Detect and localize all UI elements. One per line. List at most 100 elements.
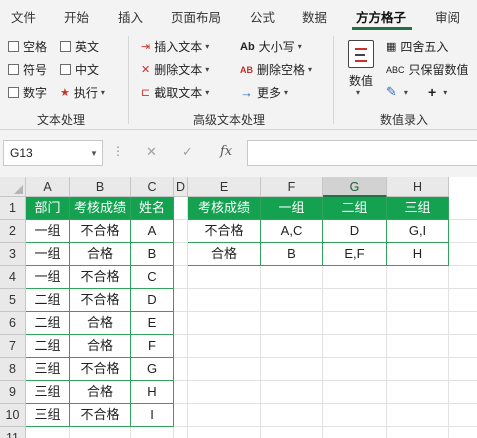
tab-page-layout[interactable]: 页面布局 <box>171 7 221 26</box>
numeric-button[interactable]: 数值 <box>349 72 373 89</box>
table-cell[interactable]: G,I <box>387 220 449 243</box>
checkbox-chinese[interactable]: 中文 <box>60 61 99 78</box>
table-cell[interactable]: B <box>261 243 323 266</box>
row-header-1[interactable]: 1 <box>0 197 26 220</box>
checkbox-icon <box>8 64 19 75</box>
tab-insert[interactable]: 插入 <box>118 7 143 26</box>
table-header-cell[interactable]: 姓名 <box>131 197 174 220</box>
column-header-d[interactable]: D <box>174 177 188 197</box>
table-header-cell[interactable]: 一组 <box>261 197 323 220</box>
confirm-icon[interactable]: ✓ <box>182 144 193 160</box>
table-cell[interactable]: 三组 <box>26 358 70 381</box>
delete-space-button[interactable]: AB 删除空格 ▾ <box>240 61 312 78</box>
drag-handle-icon[interactable]: ⋮ <box>112 144 124 158</box>
table-cell[interactable]: D <box>131 289 174 312</box>
table-cell[interactable]: 不合格 <box>70 358 131 381</box>
row-header-5[interactable]: 5 <box>0 289 26 312</box>
column-header-c[interactable]: C <box>131 177 174 197</box>
table-cell[interactable]: 合格 <box>70 381 131 404</box>
table-cell[interactable]: E,F <box>323 243 387 266</box>
row-header-4[interactable]: 4 <box>0 266 26 289</box>
table-header-cell[interactable]: 考核成绩 <box>70 197 131 220</box>
table-header-cell[interactable]: 三组 <box>387 197 449 220</box>
table-cell[interactable]: 三组 <box>26 404 70 427</box>
row-header-8[interactable]: 8 <box>0 358 26 381</box>
column-header-g[interactable]: G <box>323 177 387 197</box>
column-header-a[interactable]: A <box>26 177 70 197</box>
row-header-7[interactable]: 7 <box>0 335 26 358</box>
table-cell[interactable]: F <box>131 335 174 358</box>
table-cell[interactable]: B <box>131 243 174 266</box>
table-cell[interactable]: I <box>131 404 174 427</box>
tab-review[interactable]: 审阅 <box>435 7 460 26</box>
table-cell[interactable]: H <box>387 243 449 266</box>
table-cell[interactable]: 二组 <box>26 312 70 335</box>
numeric-dropdown[interactable]: ▾ <box>353 88 360 97</box>
row-header-10[interactable]: 10 <box>0 404 26 427</box>
extract-text-button[interactable]: ⊏ 截取文本 ▾ <box>141 84 209 101</box>
table-header-cell[interactable]: 二组 <box>323 197 387 220</box>
table-cell[interactable]: 不合格 <box>70 220 131 243</box>
checkbox-space[interactable]: 空格 <box>8 38 47 55</box>
table-cell[interactable]: 不合格 <box>188 220 261 243</box>
insert-text-button[interactable]: ⇥ 插入文本 ▾ <box>141 38 209 55</box>
table-cell[interactable]: A,C <box>261 220 323 243</box>
tab-home[interactable]: 开始 <box>64 7 89 26</box>
table-cell[interactable]: 三组 <box>26 381 70 404</box>
keep-value-button[interactable]: ABC 只保留数值 <box>386 61 469 78</box>
table-cell[interactable]: C <box>131 266 174 289</box>
table-cell[interactable]: 二组 <box>26 335 70 358</box>
corner-triangle-icon <box>14 185 23 194</box>
table-cell[interactable]: 合格 <box>188 243 261 266</box>
tab-formulas[interactable]: 公式 <box>250 7 275 26</box>
row-header-2[interactable]: 2 <box>0 220 26 243</box>
round-button[interactable]: ▦ 四舍五入 <box>386 38 448 55</box>
table-cell[interactable]: D <box>323 220 387 243</box>
table-cell[interactable]: 合格 <box>70 335 131 358</box>
table-cell[interactable]: 不合格 <box>70 266 131 289</box>
tab-fangfanggezi[interactable]: 方方格子 <box>356 7 406 26</box>
table-cell[interactable]: A <box>131 220 174 243</box>
table-cell[interactable]: H <box>131 381 174 404</box>
column-header-h[interactable]: H <box>387 177 449 197</box>
case-button[interactable]: Ab 大小写 ▾ <box>240 38 302 55</box>
row-header-11[interactable]: 11 <box>0 427 26 438</box>
row-header-9[interactable]: 9 <box>0 381 26 404</box>
add-dropdown-button[interactable]: + ▾ <box>428 84 447 100</box>
numeric-icon[interactable] <box>348 40 374 68</box>
row-header-3[interactable]: 3 <box>0 243 26 266</box>
row-header-6[interactable]: 6 <box>0 312 26 335</box>
table-cell[interactable]: 一组 <box>26 243 70 266</box>
more-button[interactable]: → 更多 ▾ <box>240 84 288 101</box>
table-cell[interactable]: 合格 <box>70 243 131 266</box>
column-header-b[interactable]: B <box>70 177 131 197</box>
table-cell[interactable]: 一组 <box>26 220 70 243</box>
execute-button[interactable]: ★ 执行 ▾ <box>60 84 105 101</box>
table-header-cell[interactable]: 考核成绩 <box>188 197 261 220</box>
spreadsheet-grid[interactable]: A B C D E F G H 1 2 3 4 5 6 7 8 9 10 11 部门 考核成绩 姓名 一组 不合格 A 一组 合格 B… <box>0 177 477 438</box>
table-cell[interactable]: 一组 <box>26 266 70 289</box>
formula-input[interactable] <box>247 140 477 166</box>
table-cell[interactable]: 合格 <box>70 312 131 335</box>
name-box[interactable]: G13 <box>3 140 103 166</box>
column-header-e[interactable]: E <box>188 177 261 197</box>
cancel-icon[interactable]: ✕ <box>146 144 157 160</box>
checkbox-number[interactable]: 数字 <box>8 84 47 101</box>
table-cell[interactable]: 不合格 <box>70 289 131 312</box>
table-cell[interactable]: E <box>131 312 174 335</box>
chevron-down-icon: ▾ <box>205 65 210 74</box>
insert-function-icon[interactable]: fx <box>220 144 232 159</box>
chevron-down-icon[interactable]: ▼ <box>90 149 98 158</box>
select-all-corner[interactable] <box>0 177 26 197</box>
checkbox-english[interactable]: 英文 <box>60 38 99 55</box>
table-header-cell[interactable]: 部门 <box>26 197 70 220</box>
column-header-f[interactable]: F <box>261 177 323 197</box>
tab-file[interactable]: 文件 <box>11 7 36 26</box>
checkbox-symbol[interactable]: 符号 <box>8 61 47 78</box>
edit-dropdown-button[interactable]: ✎ ▾ <box>386 84 408 100</box>
table-cell[interactable]: G <box>131 358 174 381</box>
tab-data[interactable]: 数据 <box>302 7 327 26</box>
table-cell[interactable]: 二组 <box>26 289 70 312</box>
table-cell[interactable]: 不合格 <box>70 404 131 427</box>
delete-text-button[interactable]: ✕ 删除文本 ▾ <box>141 61 209 78</box>
